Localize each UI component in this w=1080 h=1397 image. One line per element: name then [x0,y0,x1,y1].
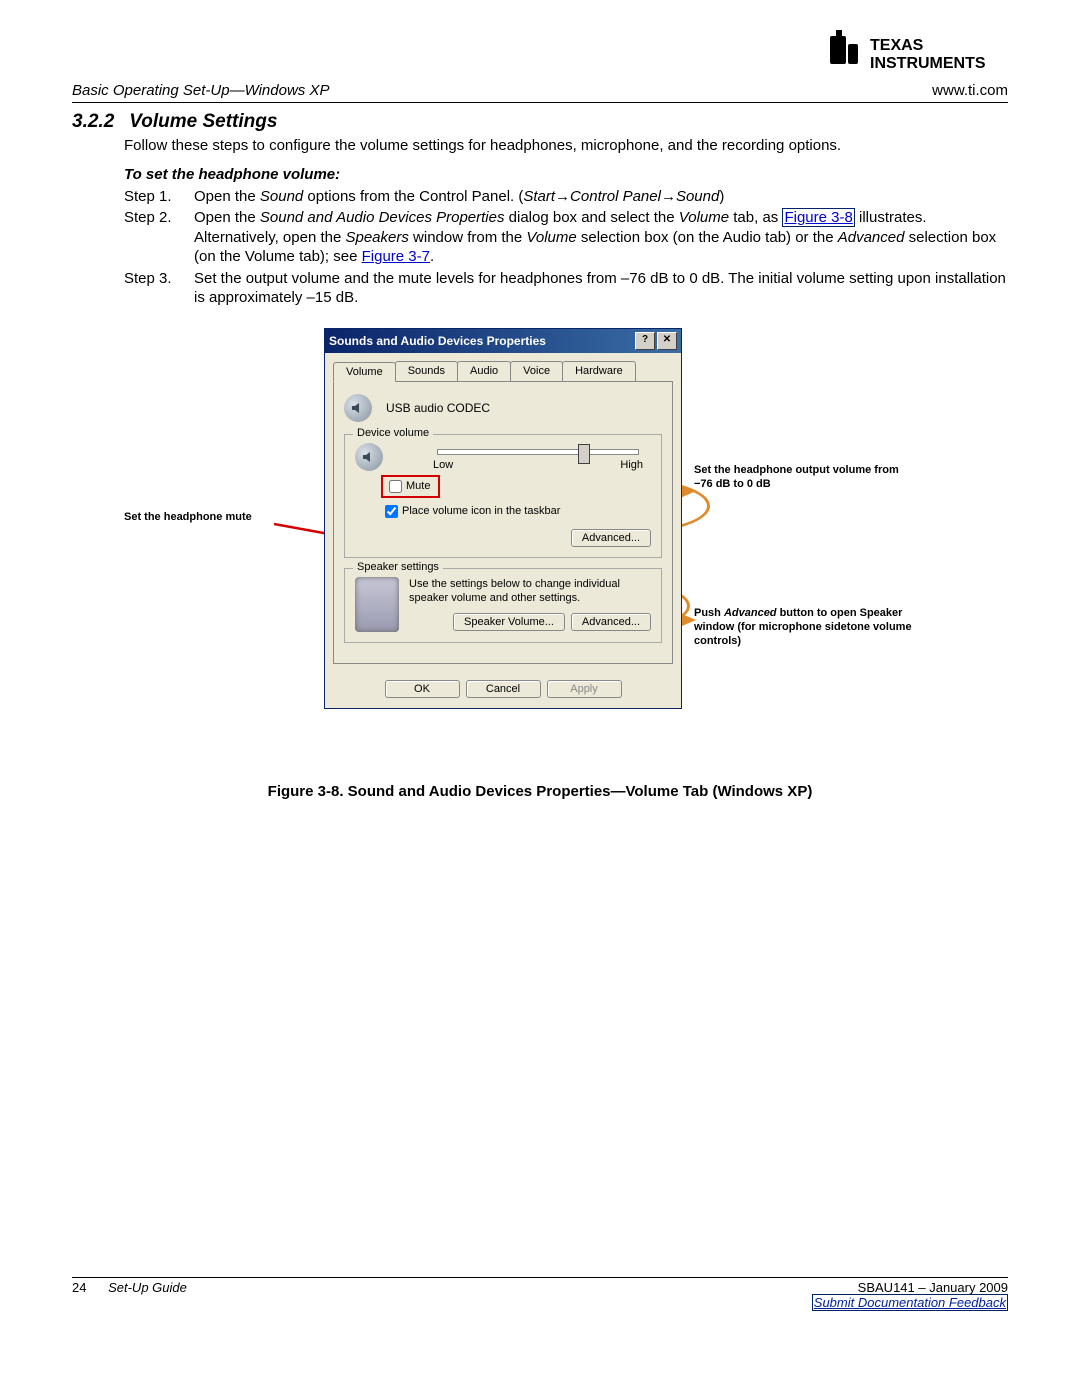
volume-slider[interactable] [437,449,639,455]
section-title: Volume Settings [129,111,277,132]
slider-thumb[interactable] [578,444,590,464]
svg-text:TEXAS: TEXAS [870,37,924,54]
tab-hardware[interactable]: Hardware [562,361,636,381]
audio-device-name: USB audio CODEC [386,401,490,415]
footer-doc-title: Set-Up Guide [108,1280,187,1295]
mute-label: Mute [406,480,430,492]
dialog-title: Sounds and Audio Devices Properties [329,334,633,348]
step-2: Step 2. Open the Sound and Audio Devices… [124,208,1008,267]
step-3: Step 3. Set the output volume and the mu… [124,269,1008,308]
orange-arrow-icon [682,614,696,626]
breadcrumb: Basic Operating Set-Up—Windows XP [72,82,329,99]
page-number: 24 [72,1280,86,1295]
speaker-volume-button[interactable]: Speaker Volume... [453,613,565,631]
ok-button[interactable]: OK [385,680,460,698]
step-1: Step 1. Open the Sound options from the … [124,187,1008,207]
speaker-settings-group: Speaker settings Use the settings below … [344,568,662,643]
speakers-icon [355,577,399,632]
svg-text:INSTRUMENTS: INSTRUMENTS [870,55,986,72]
sounds-audio-dialog: Sounds and Audio Devices Properties ? ✕ … [324,328,682,709]
mute-checkbox[interactable] [389,480,402,493]
speaker-advanced-button[interactable]: Advanced... [571,613,651,631]
figure-3-7-link[interactable]: Figure 3-7 [362,248,430,265]
speaker-volume-icon [344,394,372,422]
section-number: 3.2.2 [72,111,124,133]
header-url: www.ti.com [932,82,1008,99]
taskbar-label: Place volume icon in the taskbar [402,505,560,517]
help-button[interactable]: ? [635,332,655,350]
footer-doc-id: SBAU141 – January 2009 [858,1280,1008,1295]
figure-3-8: Set the headphone mute Set the headphone… [124,328,1008,773]
mute-highlight: Mute [381,475,440,498]
figure-3-8-link[interactable]: Figure 3-8 [782,208,854,227]
dialog-titlebar[interactable]: Sounds and Audio Devices Properties ? ✕ [325,329,681,353]
device-volume-group: Device volume Low [344,434,662,558]
taskbar-icon-checkbox[interactable] [385,505,398,518]
tab-sounds[interactable]: Sounds [395,361,458,381]
header-bar: Basic Operating Set-Up—Windows XP www.ti… [72,82,1008,103]
close-button[interactable]: ✕ [657,332,677,350]
orange-arrow-icon [680,486,694,498]
annotation-advanced: Push Advanced button to open Speaker win… [694,606,944,649]
ti-logo: TEXAS INSTRUMENTS [828,30,1008,77]
page-footer: 24 Set-Up Guide SBAU141 – January 2009 S… [72,1277,1008,1310]
speaker-desc: Use the settings below to change individ… [409,577,651,606]
annotation-mute: Set the headphone mute [124,511,274,523]
step-list: Step 1. Open the Sound options from the … [124,187,1008,308]
annotation-slider: Set the headphone output volume from −76… [694,463,904,492]
slider-low-label: Low [433,459,453,471]
section-heading: 3.2.2 Volume Settings [72,111,1008,133]
tab-voice[interactable]: Voice [510,361,563,381]
dialog-tabs: Volume Sounds Audio Voice Hardware [333,361,673,381]
speaker-volume-icon [355,443,383,471]
tab-volume[interactable]: Volume [333,362,396,382]
subheading: To set the headphone volume: [124,166,1008,183]
intro-text: Follow these steps to configure the volu… [124,137,1008,156]
apply-button[interactable]: Apply [547,680,622,698]
slider-high-label: High [620,459,643,471]
cancel-button[interactable]: Cancel [466,680,541,698]
tab-audio[interactable]: Audio [457,361,511,381]
figure-caption: Figure 3-8. Sound and Audio Devices Prop… [72,783,1008,800]
device-advanced-button[interactable]: Advanced... [571,529,651,547]
feedback-link[interactable]: Submit Documentation Feedback [812,1294,1008,1311]
